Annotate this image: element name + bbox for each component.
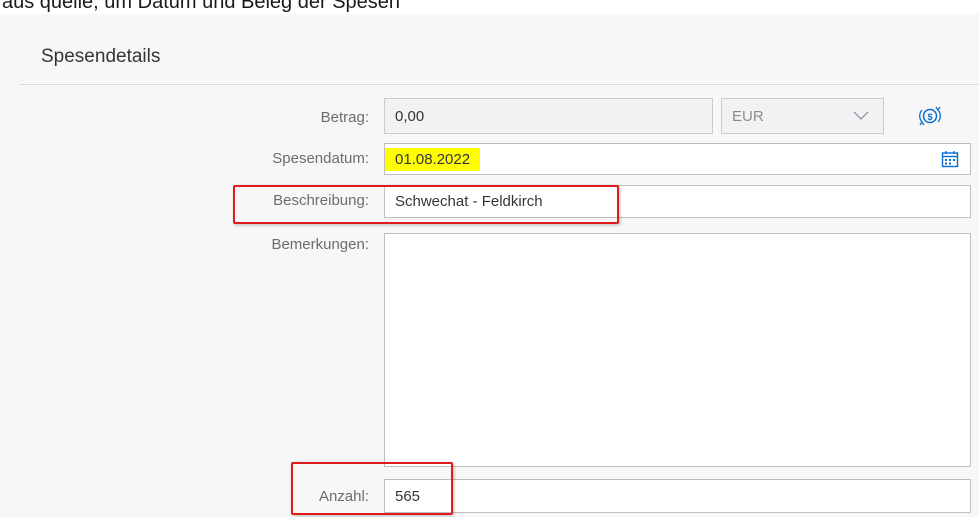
bemerkungen-label: Bemerkungen: [271,236,369,253]
currency-select[interactable]: EUR [721,98,884,134]
top-cropped-text: aus quelle, um Datum und Beleg der Spese… [0,0,979,14]
clipped-heading-text: aus quelle, um Datum und Beleg der Spese… [2,0,401,13]
bemerkungen-textarea[interactable] [384,233,971,467]
currency-value: EUR [732,107,764,125]
expense-details-panel: Spesendetails Betrag: 0,00 EUR $ Spesend… [0,14,979,517]
calendar-icon[interactable] [941,150,959,168]
spesendatum-value: 01.08.2022 [385,147,481,171]
section-divider [20,84,979,85]
spesendatum-input[interactable]: 01.08.2022 [384,143,971,175]
currency-exchange-icon[interactable]: $ [917,101,943,129]
annotation-box-anzahl [291,462,453,515]
betrag-value: 0,00 [395,107,425,125]
svg-text:$: $ [927,112,932,122]
chevron-down-icon [853,110,869,122]
betrag-input[interactable]: 0,00 [384,98,713,134]
section-title: Spesendetails [41,46,161,67]
anzahl-input[interactable]: 565 [384,479,971,513]
spesendatum-label: Spesendatum: [272,150,369,167]
annotation-box-beschreibung [233,185,619,224]
betrag-label: Betrag: [320,109,369,126]
